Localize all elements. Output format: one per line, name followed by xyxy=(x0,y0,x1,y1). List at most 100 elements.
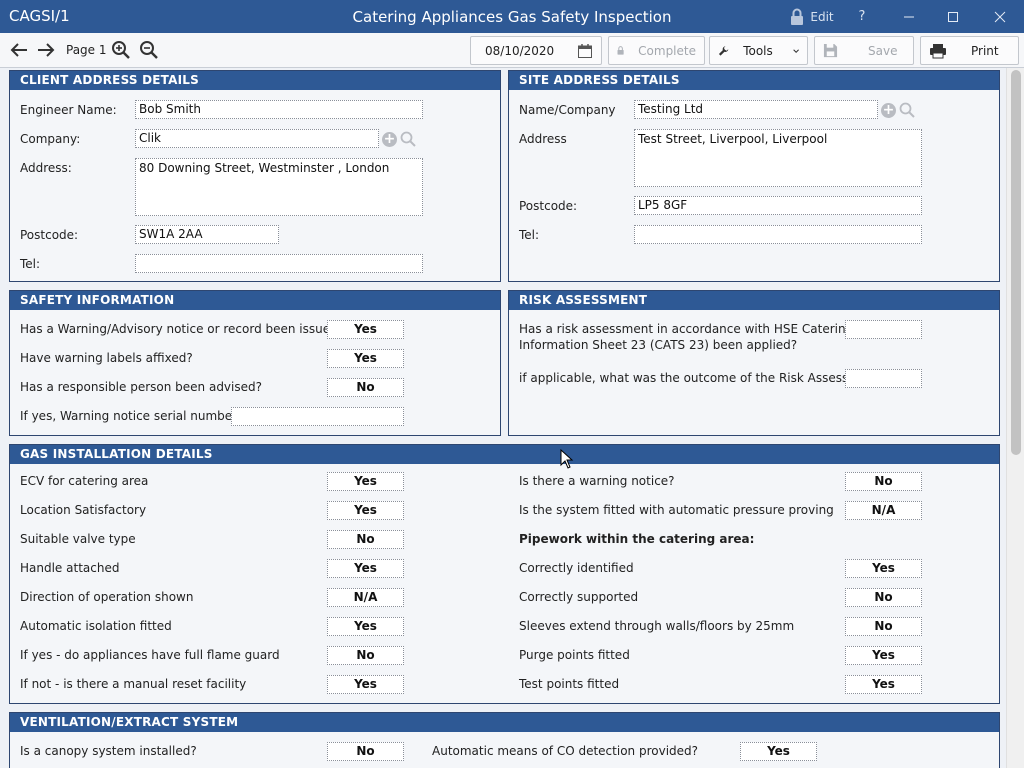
ecv-select[interactable]: Yes xyxy=(327,472,404,491)
risk-outcome-select[interactable] xyxy=(845,369,922,388)
direction-shown-select[interactable]: N/A xyxy=(327,588,404,607)
client-address-panel: CLIENT ADDRESS DETAILS Engineer Name: Bo… xyxy=(9,70,501,282)
floppy-disk-icon xyxy=(823,43,838,58)
handle-attached-select[interactable]: Yes xyxy=(327,559,404,578)
printer-icon xyxy=(930,43,946,58)
correctly-identified-select[interactable]: Yes xyxy=(845,559,922,578)
question-label: Handle attached xyxy=(20,561,120,575)
pressure-proving-select[interactable]: N/A xyxy=(845,501,922,520)
site-name-label: Name/Company xyxy=(519,103,616,117)
site-address-label: Address xyxy=(519,132,567,146)
arrow-right-icon xyxy=(38,43,55,57)
manual-reset-select[interactable]: Yes xyxy=(327,675,404,694)
question-label: Has a responsible person been advised? xyxy=(20,380,262,394)
forward-button[interactable] xyxy=(36,41,56,59)
question-label: Information Sheet 23 (CATS 23) been appl… xyxy=(519,338,798,352)
panel-header: SITE ADDRESS DETAILS xyxy=(509,71,999,90)
close-button[interactable] xyxy=(984,0,1016,33)
maximize-icon xyxy=(948,11,958,22)
question-label: Automatic isolation fitted xyxy=(20,619,172,633)
save-button[interactable]: Save xyxy=(814,36,914,65)
print-button[interactable]: Print xyxy=(920,36,1019,65)
postcode-label: Postcode: xyxy=(20,228,79,242)
sleeves-select[interactable]: No xyxy=(845,617,922,636)
site-postcode-field[interactable]: LP5 8GF xyxy=(634,196,922,215)
warning-notice-issued-select[interactable]: Yes xyxy=(327,320,404,339)
site-name-field[interactable]: Testing Ltd xyxy=(634,100,878,119)
site-tel-field[interactable] xyxy=(634,225,922,244)
close-icon xyxy=(994,11,1006,22)
test-points-select[interactable]: Yes xyxy=(845,675,922,694)
company-label: Company: xyxy=(20,132,81,146)
co-detection-select[interactable]: Yes xyxy=(740,742,817,761)
canopy-system-select[interactable]: No xyxy=(327,742,404,761)
site-address-field[interactable]: Test Street, Liverpool, Liverpool xyxy=(634,129,922,187)
warning-notice-select[interactable]: No xyxy=(845,472,922,491)
engineer-name-field[interactable]: Bob Smith xyxy=(135,100,423,119)
tel-label: Tel: xyxy=(20,257,41,271)
question-label: Automatic means of CO detection provided… xyxy=(432,744,699,758)
zoom-out-button[interactable] xyxy=(139,40,159,60)
add-company-icon[interactable]: + xyxy=(382,131,397,147)
question-label: ECV for catering area xyxy=(20,474,149,488)
zoom-out-icon xyxy=(140,41,158,59)
correctly-supported-select[interactable]: No xyxy=(845,588,922,607)
address-field[interactable]: 80 Downing Street, Westminster , London xyxy=(135,158,423,216)
panel-header: RISK ASSESSMENT xyxy=(509,291,999,310)
site-address-panel: SITE ADDRESS DETAILS Name/Company Testin… xyxy=(508,70,1000,282)
scrollbar-thumb[interactable] xyxy=(1011,70,1021,455)
mouse-cursor-icon xyxy=(560,449,574,469)
engineer-name-label: Engineer Name: xyxy=(20,103,117,117)
wrench-icon xyxy=(718,45,729,56)
postcode-field[interactable]: SW1A 2AA xyxy=(135,225,279,244)
panel-header: CLIENT ADDRESS DETAILS xyxy=(10,71,500,90)
toolbar: Page 1 08/10/2020 Complete Tools Save Pr… xyxy=(0,33,1024,68)
warning-labels-select[interactable]: Yes xyxy=(327,349,404,368)
back-button[interactable] xyxy=(9,41,29,59)
location-satisfactory-select[interactable]: Yes xyxy=(327,501,404,520)
safety-information-panel: SAFETY INFORMATION Has a Warning/Advisor… xyxy=(9,290,501,436)
zoom-in-icon xyxy=(112,41,130,59)
purge-points-select[interactable]: Yes xyxy=(845,646,922,665)
question-label: Have warning labels affixed? xyxy=(20,351,193,365)
pipework-subheading: Pipework within the catering area: xyxy=(519,532,755,546)
search-icon[interactable] xyxy=(400,131,416,147)
responsible-person-select[interactable]: No xyxy=(327,378,404,397)
zoom-in-button[interactable] xyxy=(111,40,131,60)
date-picker[interactable]: 08/10/2020 xyxy=(470,36,602,65)
address-label: Address: xyxy=(20,161,72,175)
site-postcode-label: Postcode: xyxy=(519,199,578,213)
question-label: Has a Warning/Advisory notice or record … xyxy=(20,322,345,336)
question-label: Is there a warning notice? xyxy=(519,474,675,488)
lock-icon xyxy=(617,46,624,55)
panel-header: GAS INSTALLATION DETAILS xyxy=(10,445,999,464)
minimize-button[interactable] xyxy=(893,0,925,33)
company-field[interactable]: Clik xyxy=(135,129,379,148)
calendar-icon xyxy=(578,43,592,58)
warning-serial-field[interactable] xyxy=(231,407,404,426)
risk-assessment-applied-select[interactable] xyxy=(845,320,922,339)
maximize-button[interactable] xyxy=(937,0,969,33)
date-value: 08/10/2020 xyxy=(485,43,555,58)
add-site-icon[interactable]: + xyxy=(881,102,896,118)
question-label: Is a canopy system installed? xyxy=(20,744,197,758)
edit-button[interactable]: Edit xyxy=(788,0,836,33)
complete-button[interactable]: Complete xyxy=(608,36,705,65)
automatic-isolation-select[interactable]: Yes xyxy=(327,617,404,636)
search-icon[interactable] xyxy=(899,102,915,118)
question-label: Suitable valve type xyxy=(20,532,136,546)
question-label: Correctly supported xyxy=(519,590,639,604)
risk-assessment-panel: RISK ASSESSMENT Has a risk assessment in… xyxy=(508,290,1000,436)
flame-guard-select[interactable]: No xyxy=(327,646,404,665)
vertical-scrollbar[interactable] xyxy=(1006,68,1024,768)
chevron-down-icon xyxy=(793,48,799,53)
gas-installation-panel: GAS INSTALLATION DETAILS ECV for caterin… xyxy=(9,444,1000,704)
help-button[interactable]: ? xyxy=(850,0,874,33)
tel-field[interactable] xyxy=(135,254,423,273)
tools-dropdown[interactable]: Tools xyxy=(709,36,808,65)
print-label: Print xyxy=(971,43,999,58)
valve-type-select[interactable]: No xyxy=(327,530,404,549)
question-label: Location Satisfactory xyxy=(20,503,147,517)
question-label: Test points fitted xyxy=(519,677,620,691)
tools-label: Tools xyxy=(743,43,773,58)
